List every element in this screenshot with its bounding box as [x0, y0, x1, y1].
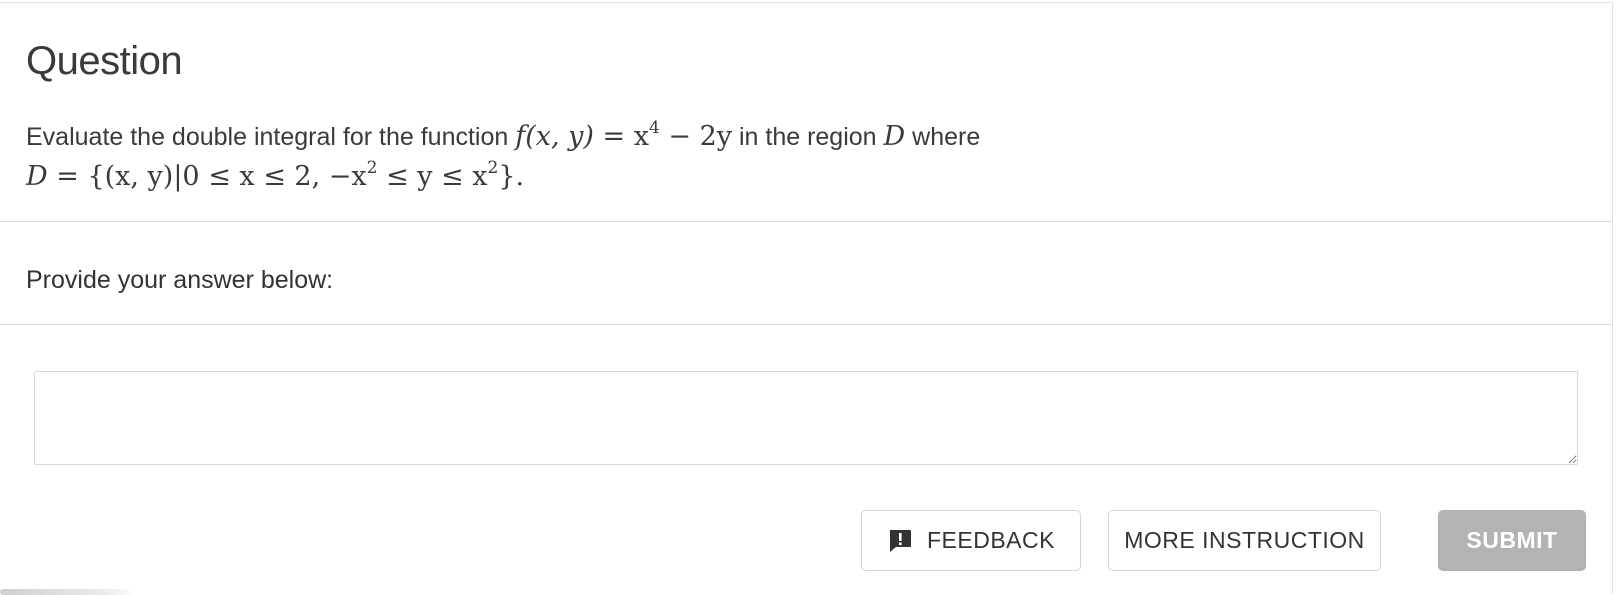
more-instruction-label: MORE INSTRUCTION [1124, 527, 1365, 553]
question-title: Question [26, 39, 183, 83]
region-variable: D [884, 121, 906, 152]
question-intro: Evaluate the double integral for the fun… [26, 123, 516, 151]
question-text: Evaluate the double integral for the fun… [26, 117, 1586, 197]
more-instruction-button[interactable]: MORE INSTRUCTION [1108, 510, 1381, 571]
section-divider-2 [0, 324, 1612, 325]
function-exponent: 4 [648, 118, 660, 138]
feedback-button[interactable]: FEEDBACK [861, 510, 1081, 571]
domain-expression: D = {(x, y)|0 ≤ x ≤ 2, −x2 ≤ y ≤ x2}. [26, 158, 525, 193]
question-card: Question Evaluate the double integral fo… [0, 2, 1613, 594]
submit-button[interactable]: SUBMIT [1438, 510, 1586, 571]
function-expression: f(x, y) = x4 − 2y [515, 118, 733, 153]
domain-eq: = {(x, y)|0 ≤ x ≤ 2, −x [47, 161, 367, 192]
feedback-icon [889, 529, 911, 552]
region-var: D [883, 121, 906, 152]
section-divider [0, 221, 1612, 222]
where-text: where [905, 123, 981, 151]
function-rest: − 2y [659, 121, 733, 152]
region-text: in the region [732, 123, 884, 151]
domain-exponent-2: 2 [487, 158, 499, 178]
domain-end: }. [498, 161, 525, 192]
answer-input[interactable] [34, 371, 1578, 465]
feedback-label: FEEDBACK [927, 527, 1055, 553]
function-lhs: f(x, y) [515, 121, 594, 152]
submit-label: SUBMIT [1466, 527, 1558, 553]
domain-lhs: D [26, 161, 48, 192]
answer-prompt: Provide your answer below: [26, 266, 334, 294]
domain-mid: ≤ y ≤ x [377, 161, 488, 192]
function-eq: = x [593, 121, 649, 152]
domain-exponent-1: 2 [366, 158, 378, 178]
scroll-indicator [0, 589, 134, 595]
